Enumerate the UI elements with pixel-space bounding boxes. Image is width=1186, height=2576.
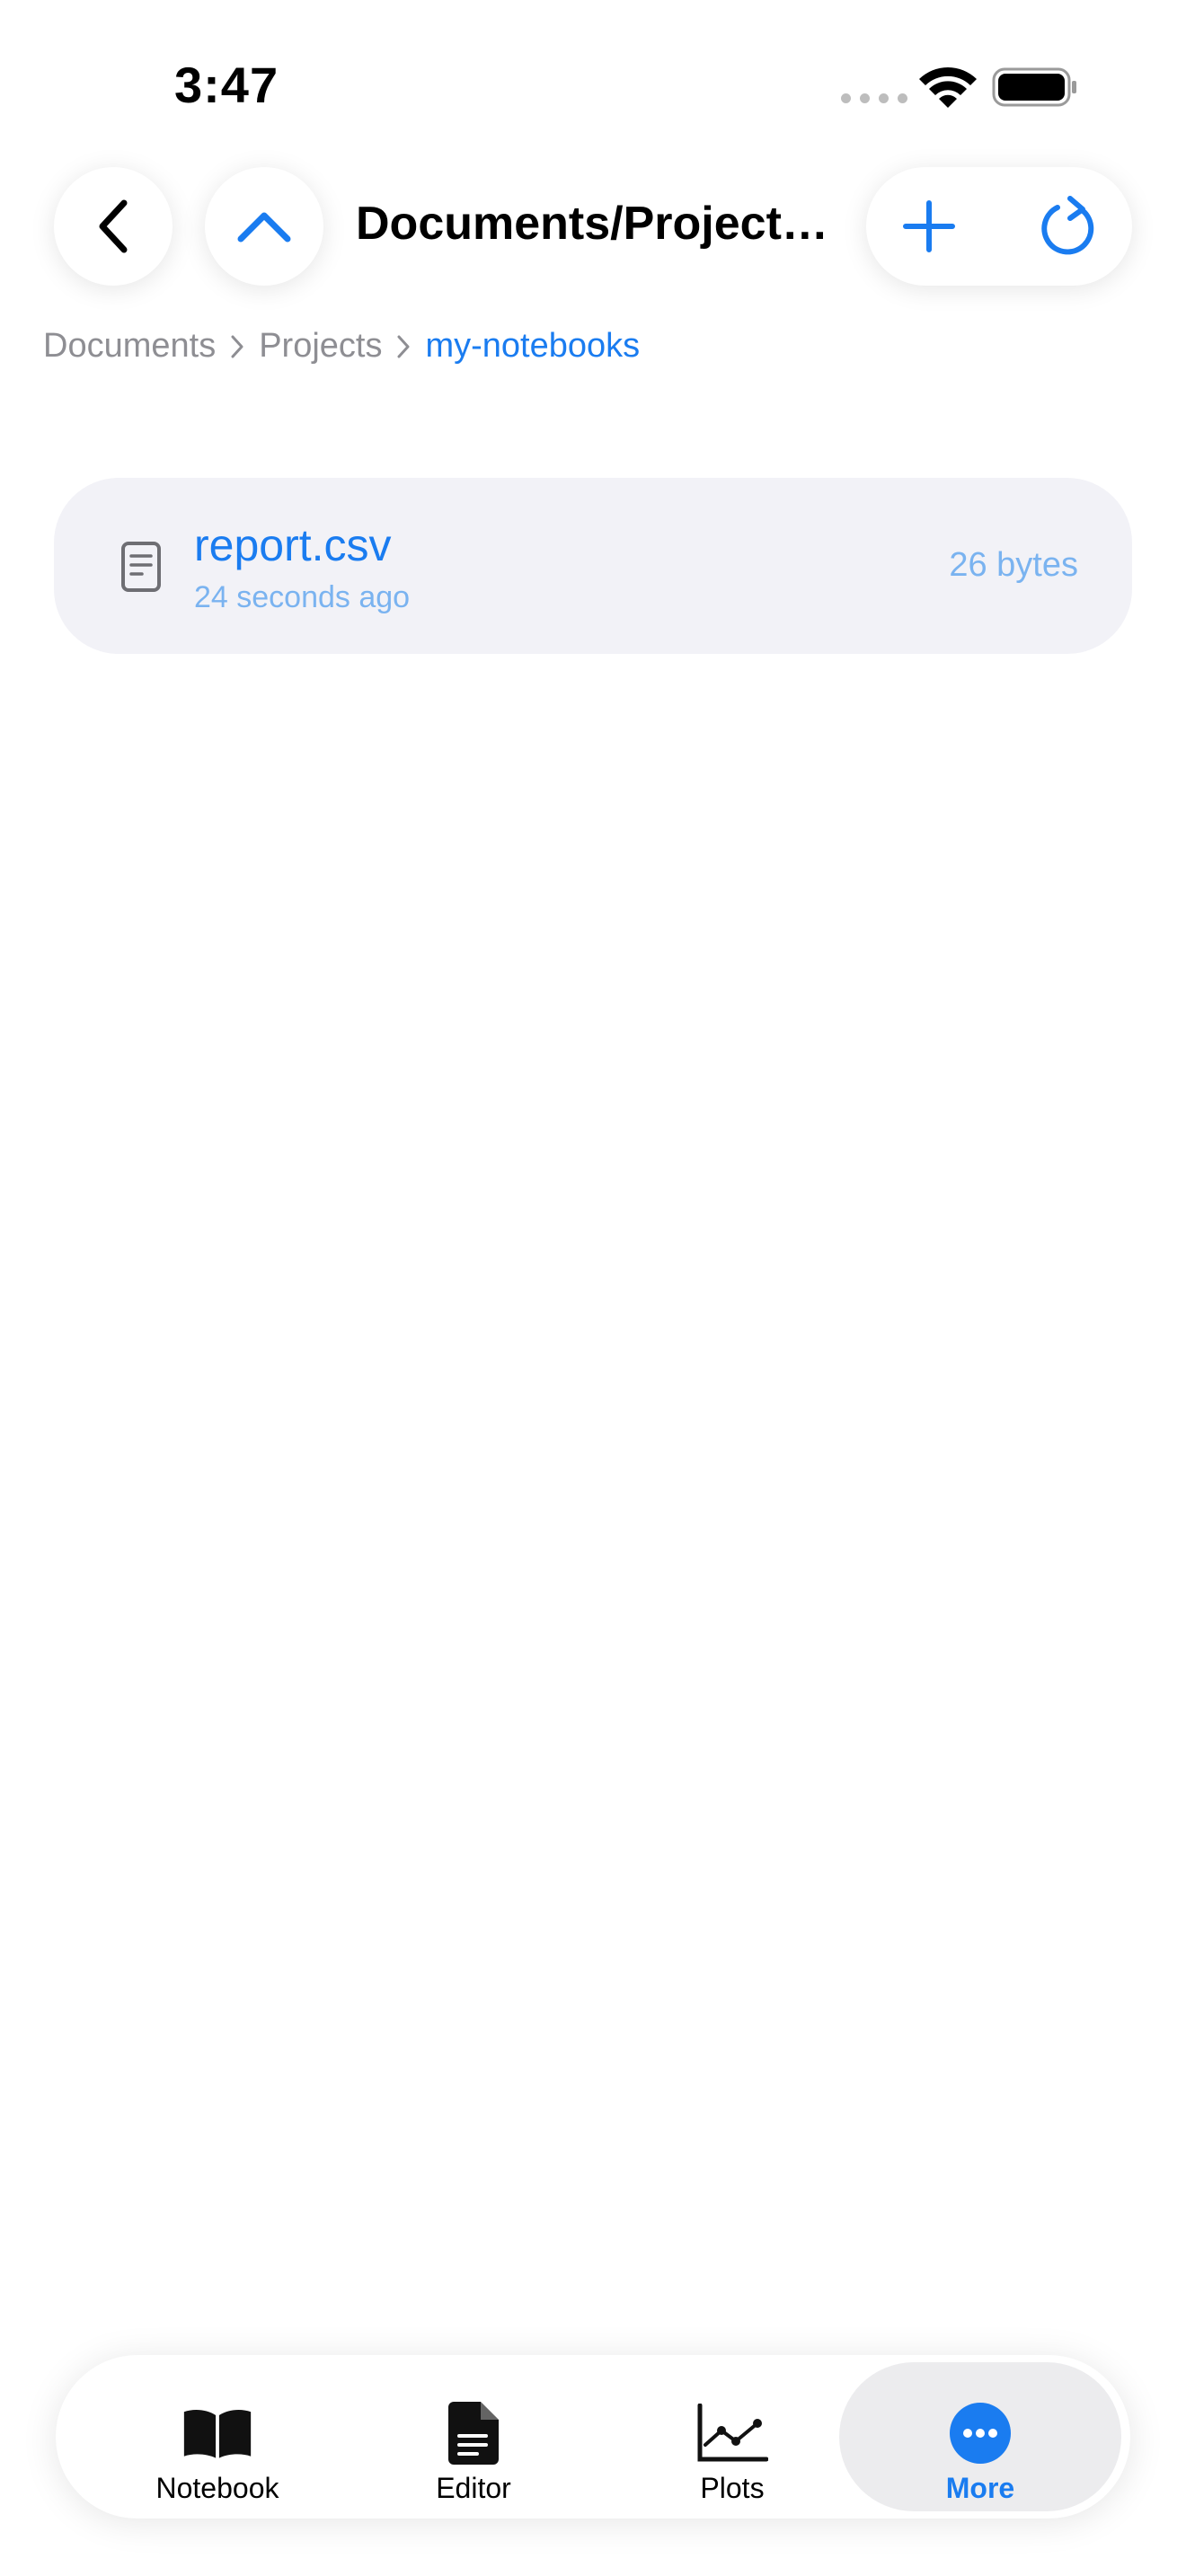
tab-label: Editor — [436, 2472, 511, 2504]
tab-label: Plots — [700, 2472, 765, 2504]
tab-notebook[interactable]: Notebook — [83, 2362, 352, 2511]
page-title: Documents/Projects... — [356, 198, 841, 250]
text-document-icon — [121, 542, 161, 592]
cellular-signal-icon — [841, 93, 907, 103]
plus-icon — [903, 200, 955, 252]
add-button[interactable] — [866, 167, 992, 286]
chevron-right-icon — [228, 333, 246, 360]
tab-label: More — [945, 2472, 1015, 2504]
tab-plots[interactable]: Plots — [597, 2362, 867, 2511]
tab-bar: Notebook Editor Plots More — [56, 2355, 1130, 2519]
file-row-report-csv[interactable]: report.csv 24 seconds ago 26 bytes — [54, 478, 1132, 654]
chart-line-icon — [696, 2402, 768, 2465]
breadcrumb: Documents Projects my-notebooks — [43, 327, 640, 366]
book-icon — [181, 2402, 253, 2465]
chevron-up-icon — [237, 212, 291, 243]
breadcrumb-item-documents[interactable]: Documents — [43, 327, 216, 366]
breadcrumb-item-projects[interactable]: Projects — [259, 327, 382, 366]
back-button[interactable] — [54, 167, 173, 286]
wifi-icon — [919, 67, 977, 108]
chevron-right-icon — [394, 333, 412, 360]
breadcrumb-item-current[interactable]: my-notebooks — [425, 327, 640, 366]
refresh-button[interactable] — [1006, 167, 1132, 286]
refresh-icon — [1041, 196, 1094, 255]
file-size: 26 bytes — [949, 546, 1078, 584]
tab-editor[interactable]: Editor — [339, 2362, 608, 2511]
parent-folder-button[interactable] — [205, 167, 323, 286]
document-icon — [438, 2402, 509, 2465]
battery-icon — [992, 67, 1076, 107]
nav-actions-group — [866, 167, 1132, 286]
file-modified-time: 24 seconds ago — [194, 580, 411, 614]
tab-label: Notebook — [155, 2472, 279, 2504]
ellipsis-circle-icon — [944, 2402, 1016, 2465]
status-time: 3:47 — [174, 57, 279, 113]
tab-more[interactable]: More — [839, 2362, 1121, 2511]
file-name: report.csv — [194, 520, 392, 570]
chevron-left-icon — [99, 199, 128, 253]
